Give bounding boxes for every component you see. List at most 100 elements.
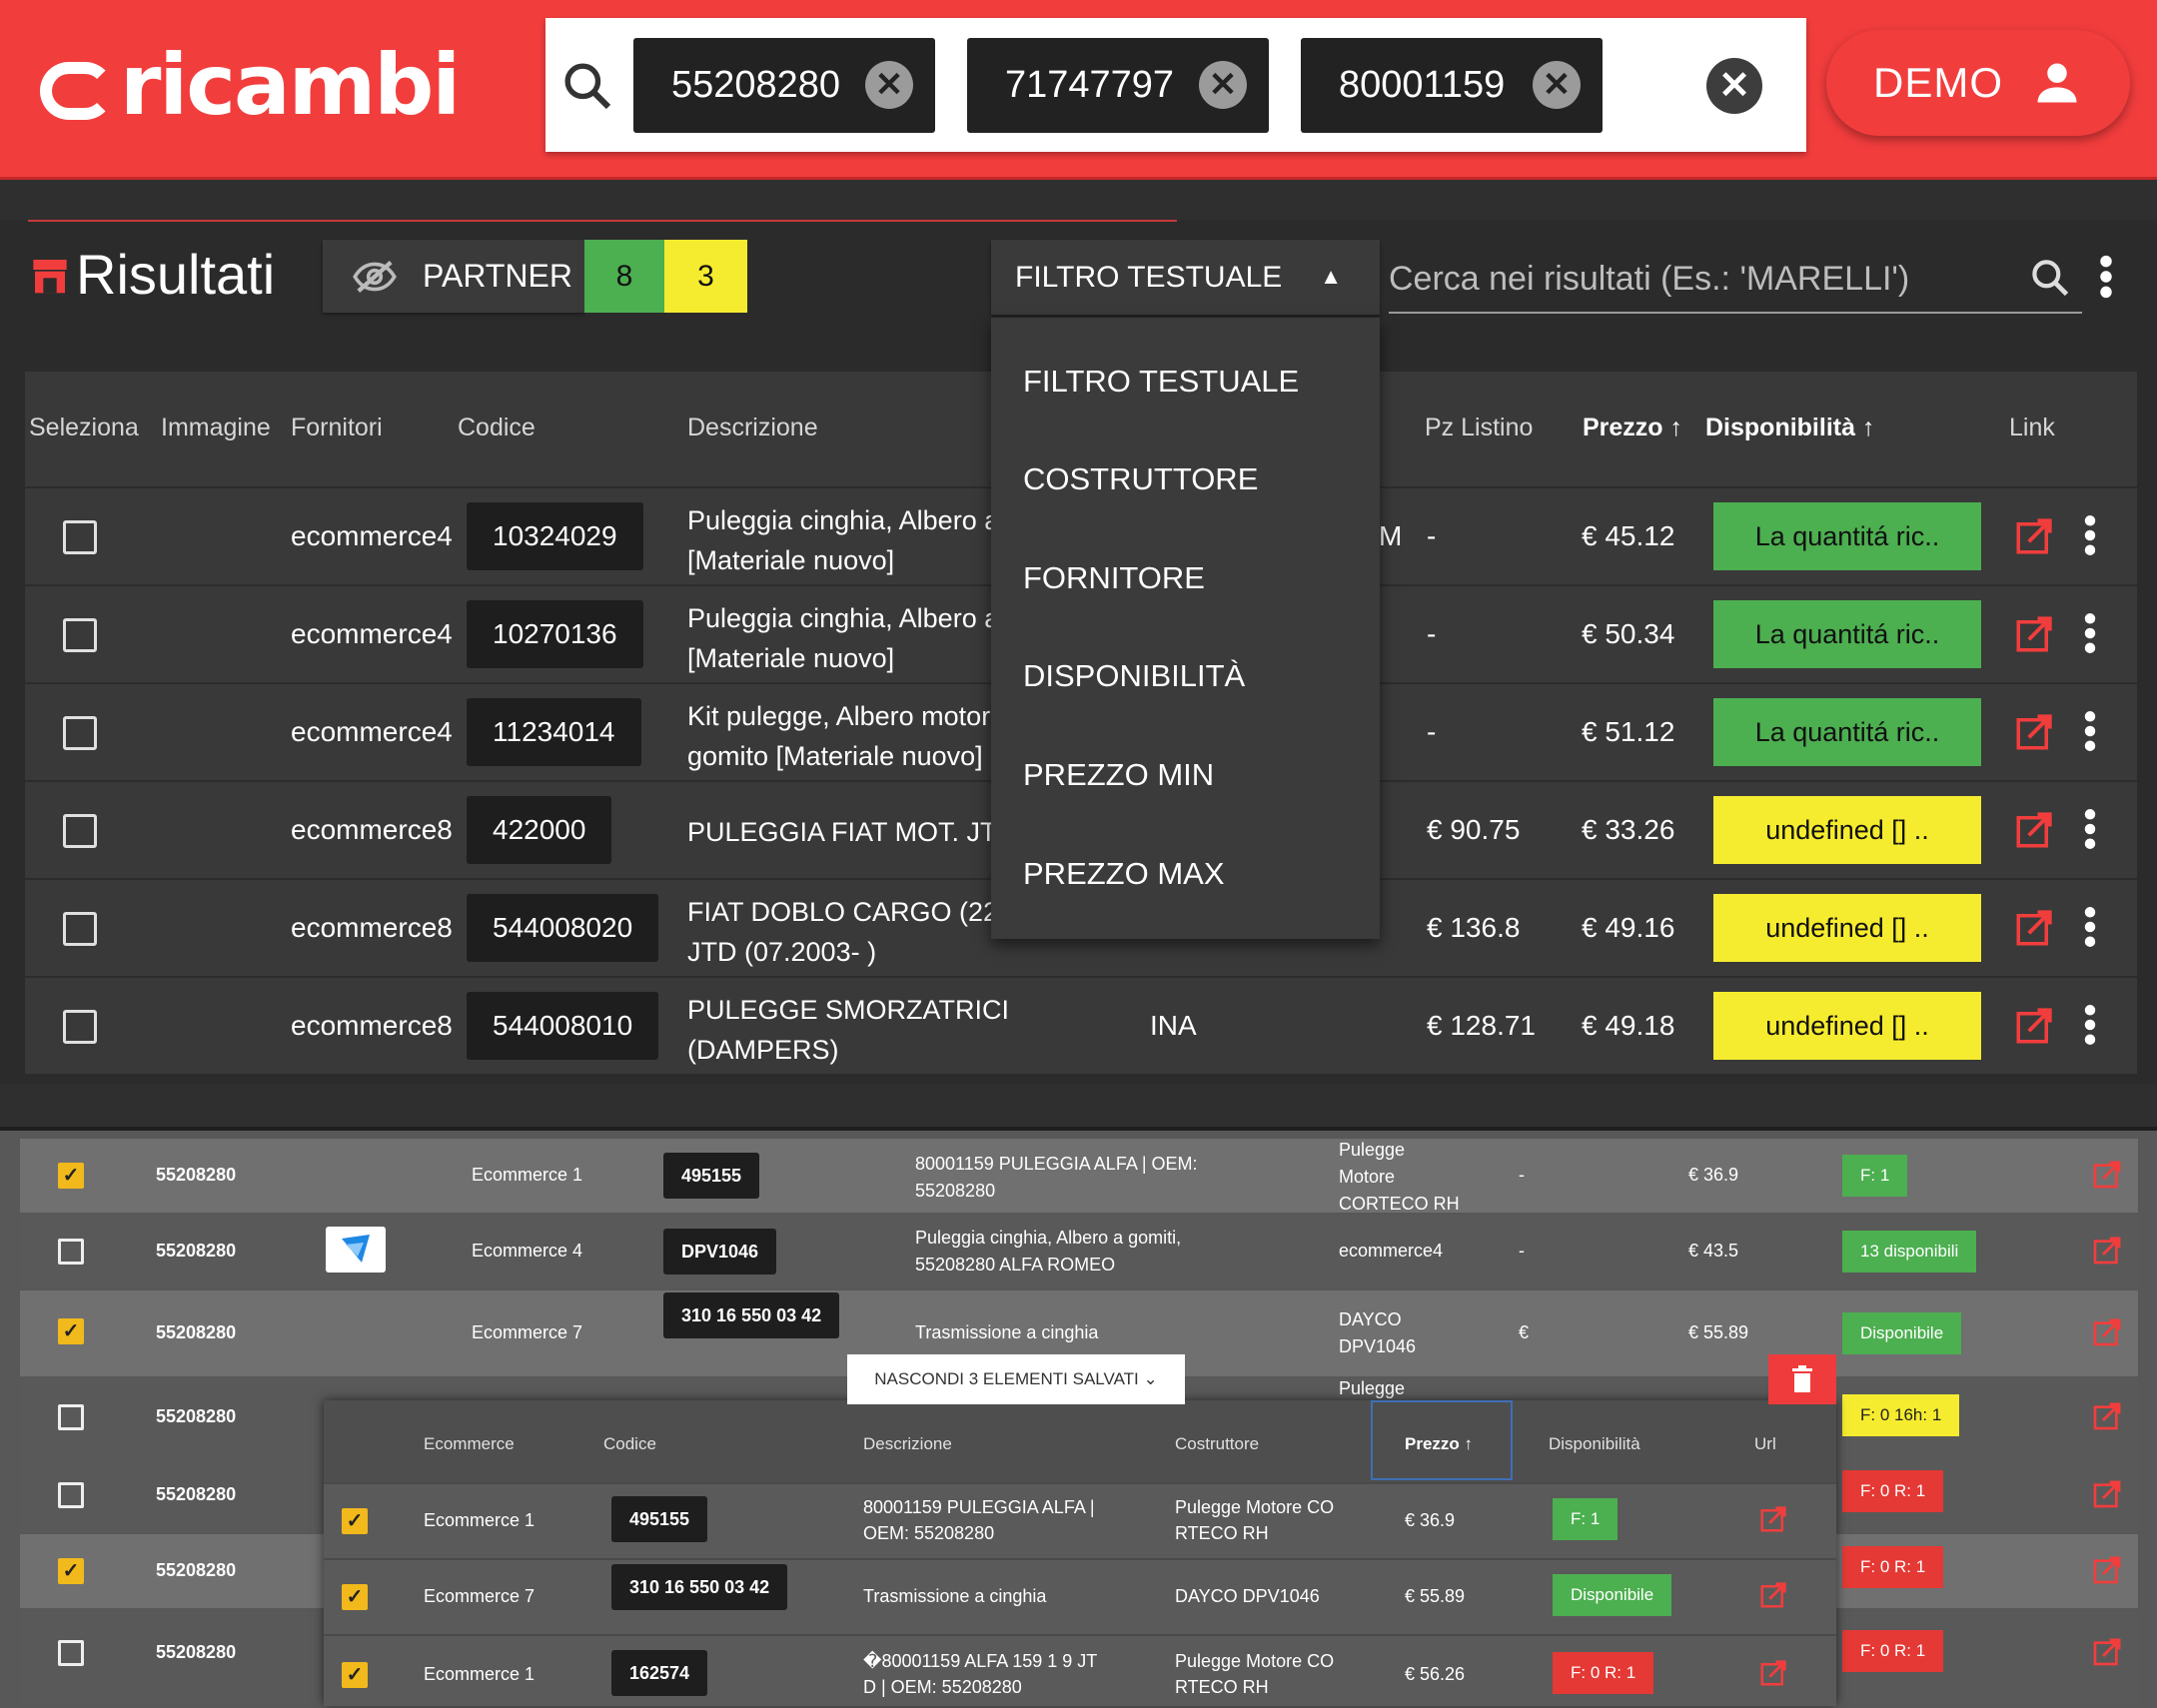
row-checkbox-checked[interactable]: ✓ <box>58 1558 84 1584</box>
status-badge[interactable]: F: 0 16h: 1 <box>1842 1394 1960 1436</box>
row-checkbox[interactable] <box>58 1239 84 1265</box>
more-options-icon[interactable] <box>2083 1004 2097 1046</box>
row-checkbox-checked[interactable]: ✓ <box>342 1662 368 1688</box>
filter-option[interactable]: COSTRUTTORE <box>1023 461 1258 497</box>
saved-row[interactable]: ✓ Ecommerce 1 495155 80001159 PULEGGIA A… <box>324 1482 1836 1558</box>
status-badge[interactable]: Disponibile <box>1553 1574 1672 1616</box>
partner-toggle[interactable]: PARTNER <box>323 240 584 313</box>
filter-option[interactable]: DISPONIBILITÀ <box>1023 658 1245 694</box>
row-checkbox[interactable] <box>63 520 97 554</box>
delete-button[interactable] <box>1768 1354 1836 1404</box>
row-checkbox-checked[interactable]: ✓ <box>342 1508 368 1534</box>
product-code[interactable]: 495155 <box>611 1496 708 1542</box>
product-code[interactable]: 422000 <box>467 796 612 864</box>
row-checkbox[interactable] <box>58 1640 84 1666</box>
status-badge[interactable]: F: 1 <box>1842 1155 1908 1197</box>
availability-badge[interactable]: La quantitá ric.. <box>1713 698 1981 766</box>
status-badge[interactable]: 13 disponibili <box>1842 1231 1977 1273</box>
product-code[interactable]: 11234014 <box>467 698 641 766</box>
product-code[interactable]: 310 16 550 03 42 <box>663 1292 840 1338</box>
chip-remove-icon[interactable]: ✕ <box>865 61 913 109</box>
more-options-icon[interactable] <box>2083 808 2097 850</box>
external-link-icon[interactable] <box>2091 1400 2123 1432</box>
row-checkbox[interactable] <box>63 618 97 652</box>
status-badge[interactable]: F: 0 R: 1 <box>1553 1652 1654 1694</box>
table-row[interactable]: ecommerce8 544008010 PULEGGE SMORZATRICI… <box>25 976 2137 1074</box>
user-button[interactable]: DEMO <box>1826 30 2130 136</box>
product-code[interactable]: 162574 <box>611 1650 708 1696</box>
external-link-icon[interactable] <box>2013 711 2055 753</box>
hide-saved-button[interactable]: NASCONDI 3 ELEMENTI SALVATI ⌄ <box>847 1354 1185 1404</box>
availability-badge[interactable]: La quantitá ric.. <box>1713 502 1981 570</box>
row-checkbox[interactable] <box>63 1010 97 1044</box>
filter-select[interactable]: FILTRO TESTUALE ▲ <box>991 240 1380 315</box>
product-thumbnail[interactable] <box>326 1227 386 1273</box>
external-link-icon[interactable] <box>2013 1005 2055 1047</box>
external-link-icon[interactable] <box>2091 1235 2123 1267</box>
results-search-input[interactable]: Cerca nei risultati (Es.: 'MARELLI') <box>1389 250 2082 314</box>
search-chip[interactable]: 80001159 ✕ <box>1301 38 1603 133</box>
availability-badge[interactable]: undefined [] .. <box>1713 992 1981 1060</box>
table-row[interactable]: ✓ 55208280 Ecommerce 1 495155 80001159 P… <box>20 1139 2138 1214</box>
external-link-icon[interactable] <box>2013 515 2055 557</box>
row-checkbox[interactable] <box>63 814 97 848</box>
more-options-icon[interactable] <box>2098 255 2114 299</box>
availability-badge[interactable]: undefined [] .. <box>1713 796 1981 864</box>
external-link-icon[interactable] <box>2091 1554 2123 1586</box>
logo[interactable]: ricambi <box>40 40 461 130</box>
external-link-icon[interactable] <box>2091 1636 2123 1668</box>
status-badge[interactable]: F: 1 <box>1553 1498 1618 1540</box>
row-checkbox[interactable] <box>58 1482 84 1508</box>
saved-row[interactable]: ✓ Ecommerce 7 310 16 550 03 42 Trasmissi… <box>324 1558 1836 1634</box>
external-link-icon[interactable] <box>2013 907 2055 949</box>
product-code[interactable]: DPV1046 <box>663 1229 777 1275</box>
product-code[interactable]: 544008010 <box>467 992 659 1060</box>
external-link-icon[interactable] <box>2091 1159 2123 1191</box>
filter-option[interactable]: PREZZO MIN <box>1023 757 1214 793</box>
availability-badge[interactable]: La quantitá ric.. <box>1713 600 1981 668</box>
col-price-sorted[interactable]: Prezzo ↑ <box>1371 1400 1513 1480</box>
external-link-icon[interactable] <box>2091 1316 2123 1348</box>
search-icon[interactable] <box>2028 256 2072 300</box>
col-availability[interactable]: Disponibilità ↑ <box>1705 414 1874 442</box>
saved-row[interactable]: ✓ Ecommerce 1 162574 �80001159 ALFA 159 … <box>324 1634 1836 1706</box>
row-checkbox[interactable] <box>63 912 97 946</box>
product-code[interactable]: 10324029 <box>467 502 643 570</box>
external-link-icon[interactable] <box>2013 613 2055 655</box>
clear-search-icon[interactable]: ✕ <box>1706 58 1762 114</box>
chip-remove-icon[interactable]: ✕ <box>1533 61 1581 109</box>
search-box[interactable]: 55208280 ✕ 71747797 ✕ 80001159 ✕ ✕ <box>545 18 1806 152</box>
col-price[interactable]: Prezzo ↑ <box>1583 414 1682 442</box>
status-badge[interactable]: Disponibile <box>1842 1312 1962 1354</box>
row-checkbox-checked[interactable]: ✓ <box>342 1584 368 1610</box>
status-badge[interactable]: F: 0 R: 1 <box>1842 1470 1944 1512</box>
external-link-icon[interactable] <box>1758 1658 1788 1688</box>
filter-option[interactable]: PREZZO MAX <box>1023 856 1225 892</box>
product-code[interactable]: 10270136 <box>467 600 643 668</box>
table-row[interactable]: 55208280 Ecommerce 4 DPV1046 Puleggia ci… <box>20 1215 2138 1288</box>
external-link-icon[interactable] <box>2091 1478 2123 1510</box>
status-badge[interactable]: F: 0 R: 1 <box>1842 1630 1944 1672</box>
search-chip[interactable]: 55208280 ✕ <box>633 38 935 133</box>
product-code[interactable]: 495155 <box>663 1153 760 1199</box>
product-code[interactable]: 544008020 <box>467 894 659 962</box>
row-checkbox-checked[interactable]: ✓ <box>58 1163 84 1189</box>
count-badge-green[interactable]: 8 <box>584 240 664 313</box>
count-badge-yellow[interactable]: 3 <box>664 240 747 313</box>
more-options-icon[interactable] <box>2083 906 2097 948</box>
status-badge[interactable]: F: 0 R: 1 <box>1842 1546 1944 1588</box>
filter-option[interactable]: FILTRO TESTUALE <box>1023 364 1299 400</box>
row-checkbox[interactable] <box>58 1404 84 1430</box>
product-code[interactable]: 310 16 550 03 42 <box>611 1564 788 1610</box>
more-options-icon[interactable] <box>2083 612 2097 654</box>
availability-badge[interactable]: undefined [] .. <box>1713 894 1981 962</box>
row-checkbox-checked[interactable]: ✓ <box>58 1318 84 1344</box>
filter-option[interactable]: FORNITORE <box>1023 560 1205 596</box>
external-link-icon[interactable] <box>1758 1580 1788 1610</box>
external-link-icon[interactable] <box>1758 1504 1788 1534</box>
chip-remove-icon[interactable]: ✕ <box>1199 61 1247 109</box>
more-options-icon[interactable] <box>2083 514 2097 556</box>
external-link-icon[interactable] <box>2013 809 2055 851</box>
more-options-icon[interactable] <box>2083 710 2097 752</box>
row-checkbox[interactable] <box>63 716 97 750</box>
